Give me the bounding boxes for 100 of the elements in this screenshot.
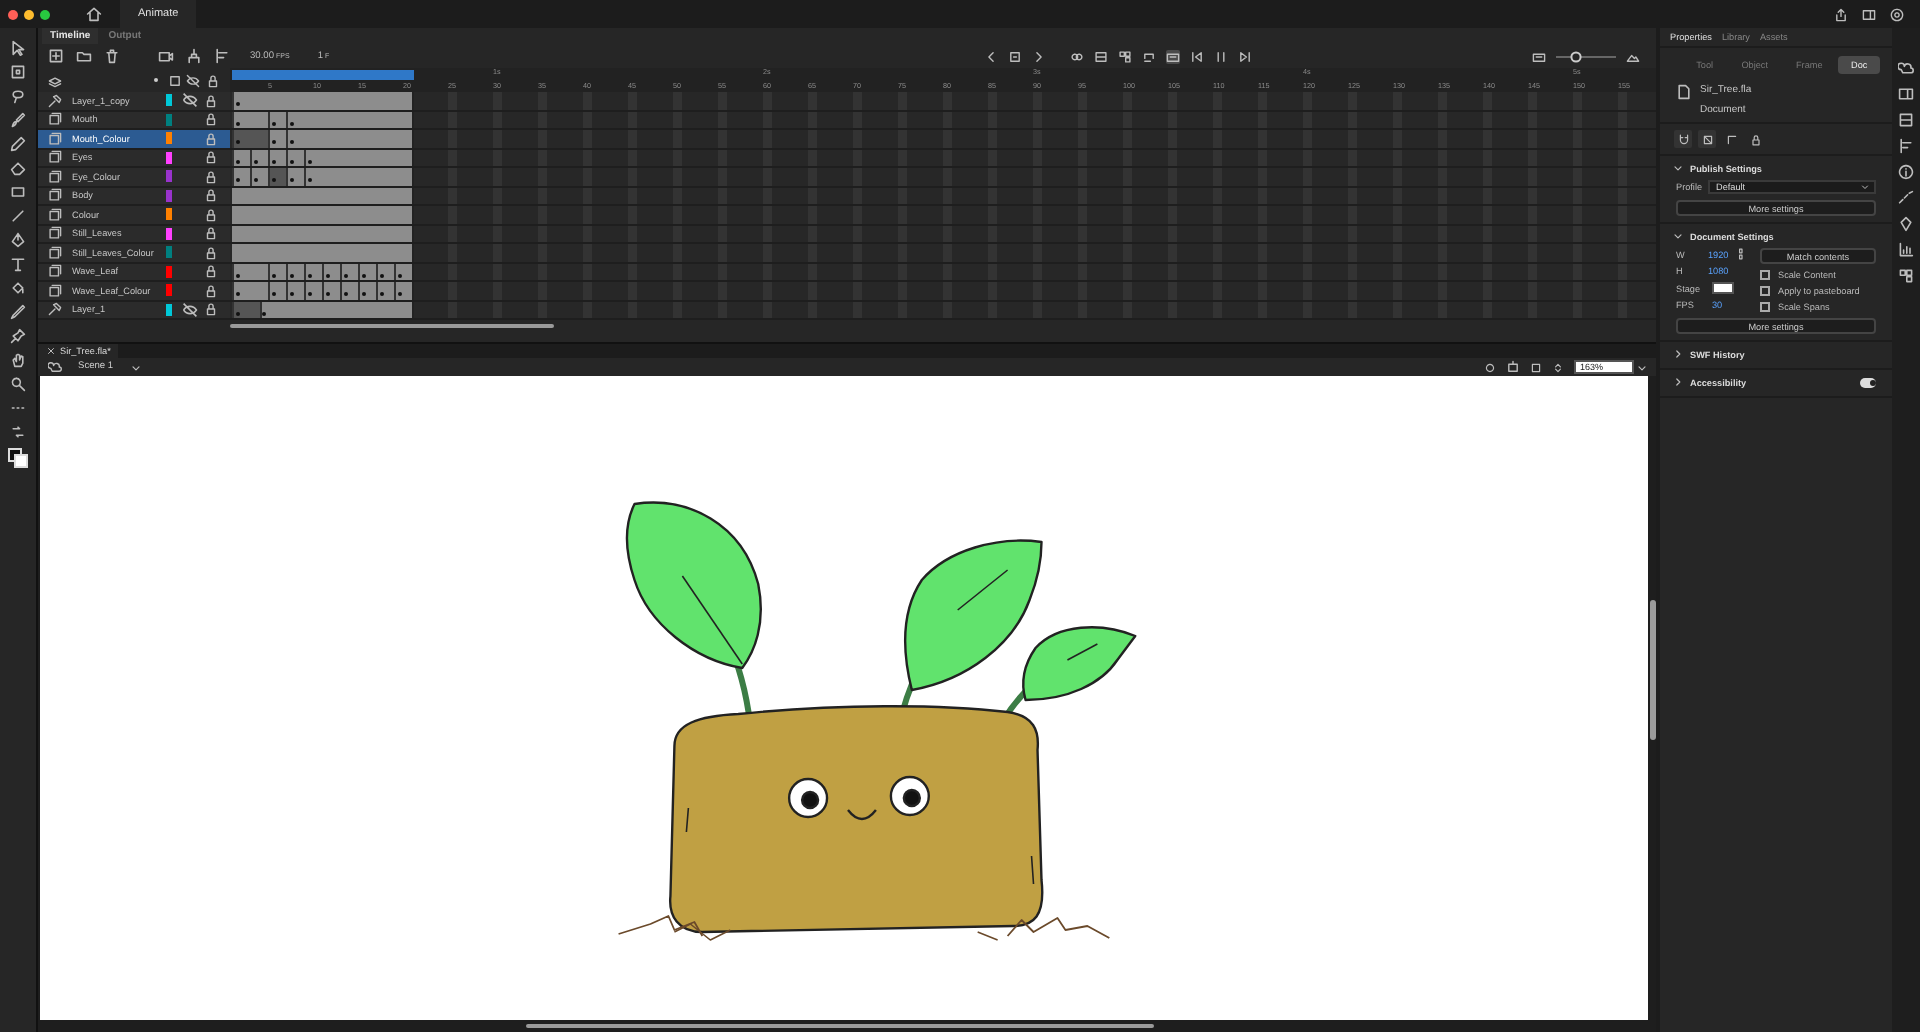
onion-skin-icon[interactable] — [1070, 49, 1084, 63]
rectangle-icon[interactable] — [10, 184, 26, 200]
horizontal-scrollbar[interactable] — [526, 1023, 1154, 1029]
lock-icon[interactable] — [203, 150, 217, 165]
lock-icon[interactable] — [203, 169, 217, 184]
edit-multiple-frames-icon[interactable] — [1094, 49, 1108, 63]
lasso-icon[interactable] — [10, 88, 26, 104]
frame-zoom-slider[interactable] — [1556, 49, 1616, 63]
next-keyframe-icon[interactable] — [1032, 49, 1046, 63]
lock-icon[interactable] — [203, 207, 217, 222]
minimize-window-button[interactable] — [24, 9, 34, 19]
selection-icon[interactable] — [10, 40, 26, 56]
pin-icon[interactable] — [10, 328, 26, 344]
delete-icon[interactable] — [104, 48, 120, 64]
hand-icon[interactable] — [10, 352, 26, 368]
clip-icon[interactable] — [1530, 361, 1542, 373]
step-forward-icon[interactable] — [1238, 49, 1252, 63]
frame-span[interactable] — [232, 168, 414, 185]
text-tool-icon[interactable] — [10, 256, 26, 272]
chevron-right-icon[interactable] — [1672, 348, 1684, 360]
hidden-eye-icon[interactable] — [181, 92, 197, 109]
lock-icon[interactable] — [203, 112, 217, 127]
fill-stroke-swatches[interactable] — [8, 448, 28, 468]
vertical-scrollbar[interactable] — [1650, 600, 1655, 740]
frame-range[interactable] — [232, 69, 414, 79]
hidden-eye-icon[interactable] — [181, 301, 197, 318]
chevron-down-icon[interactable] — [1672, 230, 1684, 242]
chevron-down-icon[interactable] — [1636, 361, 1648, 373]
show-all-icon[interactable] — [186, 73, 200, 87]
layer-color-chip[interactable] — [166, 208, 171, 221]
frame-span[interactable] — [232, 92, 414, 109]
lock-button[interactable] — [1746, 130, 1764, 148]
share-icon[interactable] — [1834, 7, 1848, 21]
frame-button[interactable] — [1698, 130, 1716, 148]
close-window-button[interactable] — [8, 9, 18, 19]
camera-icon[interactable] — [158, 48, 174, 64]
pause-icon[interactable] — [1214, 49, 1228, 63]
new-folder-icon[interactable] — [76, 48, 92, 64]
parenting-icon[interactable] — [186, 48, 202, 64]
home-icon[interactable] — [86, 6, 102, 22]
fit-frames-icon[interactable] — [1626, 49, 1640, 63]
timeline-scrollbar[interactable] — [230, 323, 554, 329]
layer-color-chip[interactable] — [166, 189, 171, 202]
chart-icon[interactable] — [1898, 242, 1914, 258]
layer-color-chip[interactable] — [166, 303, 171, 316]
link-icon[interactable] — [1736, 248, 1749, 260]
transform-grid-icon[interactable] — [1898, 112, 1914, 128]
panel-layout-icon[interactable] — [1862, 7, 1876, 21]
new-layer-icon[interactable] — [48, 48, 64, 64]
window-icon[interactable] — [1898, 86, 1914, 102]
center-stage-icon[interactable] — [1484, 361, 1496, 373]
layer-color-chip[interactable] — [166, 265, 171, 278]
lock-icon[interactable] — [203, 302, 217, 317]
maximize-window-button[interactable] — [40, 9, 50, 19]
close-icon[interactable] — [46, 346, 56, 356]
free-transform-icon[interactable] — [10, 64, 26, 80]
lock-icon[interactable] — [203, 226, 217, 241]
layer-color-chip[interactable] — [166, 284, 171, 297]
lock-icon[interactable] — [203, 131, 217, 146]
eyedropper-icon[interactable] — [10, 304, 26, 320]
frame-span[interactable] — [232, 282, 414, 299]
stage-color-swatch[interactable] — [1712, 282, 1734, 294]
lock-icon[interactable] — [203, 283, 217, 298]
checkbox[interactable] — [1760, 270, 1770, 280]
paint-bucket-icon[interactable] — [10, 280, 26, 296]
cc-libraries-icon[interactable] — [1898, 60, 1914, 76]
layer-color-chip[interactable] — [166, 151, 171, 164]
stepper-icon[interactable] — [1552, 361, 1564, 373]
previous-keyframe-icon[interactable] — [984, 49, 998, 63]
chevron-right-icon[interactable] — [1672, 376, 1684, 388]
outline-icon[interactable] — [168, 73, 182, 87]
pencil-icon[interactable] — [10, 136, 26, 152]
layer-color-chip[interactable] — [166, 170, 171, 183]
pen-icon[interactable] — [10, 232, 26, 248]
zoom-icon[interactable] — [10, 376, 26, 392]
info-icon[interactable] — [1898, 164, 1914, 180]
layer-color-chip[interactable] — [166, 132, 171, 145]
layer-color-chip[interactable] — [166, 94, 171, 107]
lock-icon[interactable] — [203, 245, 217, 260]
snap-magnet-button[interactable] — [1674, 130, 1692, 148]
step-back-icon[interactable] — [1190, 49, 1204, 63]
frame-span[interactable] — [232, 130, 414, 147]
line-icon[interactable] — [10, 208, 26, 224]
layer-color-chip[interactable] — [166, 246, 171, 259]
corner-button[interactable] — [1722, 130, 1740, 148]
layer-color-chip[interactable] — [166, 113, 171, 126]
lock-icon[interactable] — [203, 264, 217, 279]
lock-all-icon[interactable] — [206, 73, 220, 87]
lock-icon[interactable] — [203, 188, 217, 203]
lock-icon[interactable] — [203, 93, 217, 108]
settings-icon[interactable] — [1890, 7, 1904, 21]
eraser-icon[interactable] — [10, 160, 26, 176]
layer-color-chip[interactable] — [166, 227, 171, 240]
chevron-down-icon[interactable] — [129, 361, 142, 373]
insert-keyframe-icon[interactable] — [1008, 49, 1022, 63]
accessibility-toggle[interactable] — [1860, 377, 1876, 387]
checkbox[interactable] — [1760, 302, 1770, 312]
checkbox[interactable] — [1760, 286, 1770, 296]
chevron-down-icon[interactable] — [1672, 162, 1684, 174]
brush-icon[interactable] — [10, 112, 26, 128]
